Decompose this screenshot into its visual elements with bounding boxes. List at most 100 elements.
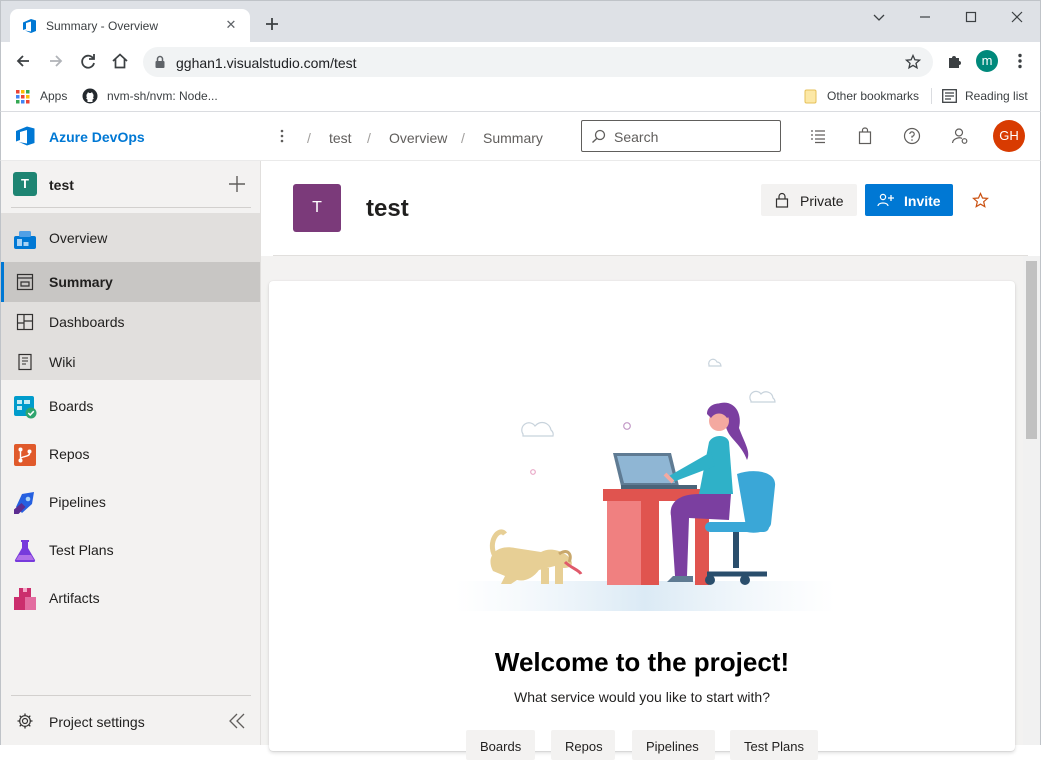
breadcrumb-summary[interactable]: Summary [483, 130, 543, 146]
more-icon[interactable] [278, 128, 286, 144]
close-tab-icon[interactable]: ✕ [222, 16, 240, 34]
private-button[interactable]: Private [761, 184, 857, 216]
summary-icon [16, 273, 34, 291]
sidebar-item-wiki[interactable]: Wiki [1, 342, 260, 382]
sidebar-item-repos[interactable]: Repos [1, 434, 260, 474]
project-avatar: T [293, 184, 341, 232]
forward-icon[interactable] [46, 51, 66, 71]
invite-people-icon [877, 193, 894, 207]
sidebar-divider [11, 695, 251, 696]
reload-icon[interactable] [78, 51, 98, 71]
sidebar-item-summary[interactable]: Summary [1, 262, 260, 302]
service-button-repos[interactable]: Repos [551, 730, 615, 760]
close-window-icon[interactable] [1007, 9, 1027, 25]
extensions-icon[interactable] [945, 51, 965, 71]
work-items-list-icon[interactable] [809, 127, 827, 145]
artifacts-icon [14, 588, 36, 610]
service-button-boards[interactable]: Boards [466, 730, 535, 760]
breadcrumb-project[interactable]: test [329, 130, 352, 146]
home-icon[interactable] [110, 51, 130, 71]
overview-icon [14, 231, 36, 249]
boards-icon [14, 396, 37, 419]
private-label: Private [800, 193, 844, 209]
invite-button[interactable]: Invite [865, 184, 953, 216]
github-icon [82, 88, 98, 104]
scrollbar-thumb[interactable] [1026, 261, 1037, 439]
scrollbar[interactable] [1023, 256, 1040, 745]
repos-icon [14, 444, 36, 466]
browser-tab[interactable]: Summary - Overview ✕ [10, 9, 250, 43]
reading-list-icon [942, 89, 957, 103]
bookmark-label: Reading list [965, 89, 1028, 103]
breadcrumb-separator: / [367, 130, 371, 146]
bookmark-label: Apps [40, 89, 68, 103]
header-divider [273, 255, 1028, 256]
project-settings-button[interactable]: Project settings [1, 701, 260, 741]
browser-menu-icon[interactable] [1010, 51, 1030, 71]
sidebar-item-label: Dashboards [49, 314, 125, 330]
breadcrumb-separator: / [461, 130, 465, 146]
invite-label: Invite [904, 193, 941, 209]
project-tile[interactable]: T [13, 172, 37, 196]
sidebar-item-label: Test Plans [49, 542, 114, 558]
sidebar-item-label: Wiki [49, 354, 76, 370]
service-button-pipelines[interactable]: Pipelines [632, 730, 715, 760]
bookmarks-bar: Apps nvm-sh/nvm: Node... Other bookmarks… [0, 80, 1041, 112]
sidebar-item-label: Overview [49, 230, 108, 246]
back-icon[interactable] [13, 51, 33, 71]
folder-icon [804, 89, 817, 104]
azure-devops-logo-icon[interactable] [15, 125, 37, 147]
user-avatar[interactable]: GH [993, 120, 1025, 152]
minimize-window-icon[interactable] [915, 9, 935, 25]
sidebar-item-pipelines[interactable]: Pipelines [1, 482, 260, 522]
favorite-star-icon[interactable] [972, 192, 989, 209]
test-plans-icon [14, 540, 36, 562]
help-icon[interactable] [903, 127, 921, 145]
address-bar[interactable]: gghan1.visualstudio.com/test [143, 47, 933, 77]
sidebar-item-label: Artifacts [49, 590, 100, 606]
bookmark-star-icon[interactable] [905, 54, 921, 70]
sidebar-item-label: Boards [49, 398, 94, 414]
main-content: T test Private Invite Welcome to the pro… [261, 161, 1041, 760]
maximize-window-icon[interactable] [961, 9, 981, 25]
ado-header: Azure DevOps / test / Overview / Summary… [0, 112, 1041, 161]
browser-tab-strip: Summary - Overview ✕ [0, 0, 1041, 43]
lock-icon [775, 192, 789, 208]
apps-grid-icon [16, 90, 30, 104]
minimize-tab-list-icon[interactable] [869, 9, 889, 25]
sidebar-divider [11, 207, 251, 208]
sidebar-item-boards[interactable]: Boards [1, 386, 260, 426]
profile-avatar[interactable]: m [976, 50, 998, 72]
bookmark-label: Other bookmarks [827, 89, 920, 103]
sidebar-item-test-plans[interactable]: Test Plans [1, 530, 260, 570]
lock-icon [155, 55, 165, 68]
search-placeholder: Search [614, 129, 659, 145]
search-input[interactable]: Search [581, 120, 781, 152]
bookmark-divider [931, 88, 932, 104]
sidebar-item-overview[interactable]: Overview [1, 218, 260, 258]
azure-devops-favicon-icon [23, 19, 36, 33]
sidebar-item-dashboards[interactable]: Dashboards [1, 302, 260, 342]
collapse-sidebar-icon[interactable] [227, 712, 247, 730]
wiki-icon [18, 353, 32, 371]
browser-toolbar: gghan1.visualstudio.com/test m [0, 42, 1041, 80]
project-name[interactable]: test [49, 177, 74, 193]
url-text: gghan1.visualstudio.com/test [176, 55, 357, 71]
add-icon[interactable] [226, 173, 248, 195]
pipelines-icon [14, 492, 34, 514]
service-button-test-plans[interactable]: Test Plans [730, 730, 818, 760]
breadcrumb-overview[interactable]: Overview [389, 130, 447, 146]
welcome-subtitle: What service would you like to start wit… [514, 689, 770, 705]
new-tab-icon[interactable] [263, 15, 281, 33]
breadcrumb-separator: / [307, 130, 311, 146]
sidebar-item-label: Summary [49, 274, 113, 290]
sidebar-item-artifacts[interactable]: Artifacts [1, 578, 260, 618]
sidebar-item-label: Repos [49, 446, 90, 462]
selection-indicator [1, 262, 4, 302]
tab-title: Summary - Overview [46, 19, 159, 33]
ado-brand-name[interactable]: Azure DevOps [49, 129, 145, 145]
user-settings-icon[interactable] [951, 127, 969, 145]
welcome-illustration [455, 358, 835, 611]
project-sidebar: T test Overview Summary Dashboards Wiki … [0, 161, 261, 745]
marketplace-bag-icon[interactable] [856, 127, 874, 145]
